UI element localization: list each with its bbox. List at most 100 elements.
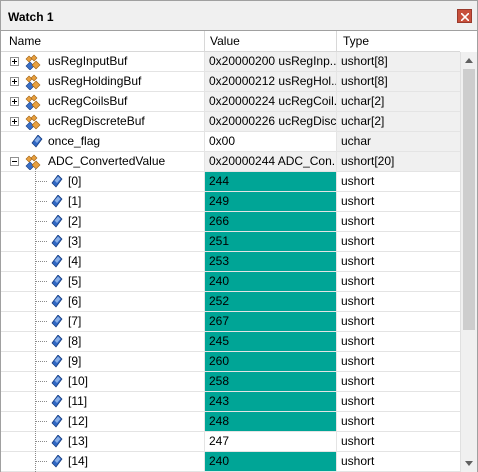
variable-diamond-icon <box>51 395 63 408</box>
column-header-type[interactable]: Type <box>337 31 460 52</box>
value-cell[interactable]: 0x00 <box>205 132 337 151</box>
value-cell[interactable]: 0x20000224 ucRegCoil... <box>205 92 337 111</box>
value-cell[interactable]: 266 <box>205 212 337 231</box>
array-element-row[interactable]: [0] 244 ushort <box>1 172 460 192</box>
watch-row[interactable]: ADC_ConvertedValue 0x20000244 ADC_Con... u… <box>1 152 460 172</box>
tree-connector <box>35 301 47 302</box>
value-cell[interactable]: 240 <box>205 452 337 471</box>
expand-toggle[interactable] <box>10 77 19 86</box>
watch-row[interactable]: usRegHoldingBuf 0x20000212 usRegHol... ush… <box>1 72 460 92</box>
value-cell[interactable]: 240 <box>205 272 337 291</box>
window-title: Watch 1 <box>8 10 54 24</box>
tree-connector <box>35 261 47 262</box>
watch-window: Watch 1 Name Value Type usRegInputBuf 0x2… <box>0 0 478 472</box>
value-cell[interactable]: 267 <box>205 312 337 331</box>
vertical-scrollbar[interactable] <box>460 52 477 472</box>
type-cell: ushort <box>341 254 375 268</box>
variable-diamond-icon <box>51 455 63 468</box>
type-cell: ushort <box>341 454 375 468</box>
array-element-row[interactable]: [6] 252 ushort <box>1 292 460 312</box>
variable-diamond-icon <box>51 415 63 428</box>
type-cell: ushort[20] <box>337 152 460 171</box>
array-index: [9] <box>68 354 82 368</box>
scroll-up-button[interactable] <box>461 52 477 69</box>
type-cell: ushort <box>341 234 375 248</box>
type-cell: ushort <box>341 274 375 288</box>
variable-diamond-icon <box>51 235 63 248</box>
value-cell[interactable]: 243 <box>205 392 337 411</box>
type-cell: ushort <box>341 194 375 208</box>
name-cell: ucRegDiscreteBuf <box>1 112 205 131</box>
variable-diamond-icon <box>51 255 63 268</box>
type-cell: uchar[2] <box>337 112 460 131</box>
array-index: [14] <box>68 454 89 468</box>
expand-toggle[interactable] <box>10 97 19 106</box>
variable-diamond-icon <box>51 435 63 448</box>
title-bar: Watch 1 <box>1 1 477 31</box>
variable-diamond-icon <box>51 275 63 288</box>
array-element-row[interactable]: [11] 243 ushort <box>1 392 460 412</box>
tree-connector <box>35 341 47 342</box>
scroll-down-arrow-icon <box>465 461 473 466</box>
column-header-name[interactable]: Name <box>1 31 205 52</box>
watch-row[interactable]: usRegInputBuf 0x20000200 usRegInp... ushor… <box>1 52 460 72</box>
expand-toggle[interactable] <box>10 117 19 126</box>
type-cell: ushort[8] <box>337 72 460 91</box>
type-cell: ushort <box>341 314 375 328</box>
array-index: [1] <box>68 194 82 208</box>
array-element-row[interactable]: [2] 266 ushort <box>1 212 460 232</box>
value-cell[interactable]: 251 <box>205 232 337 251</box>
value-cell[interactable]: 0x20000226 ucRegDisc... <box>205 112 337 131</box>
close-button[interactable] <box>457 9 472 23</box>
value-cell[interactable]: 0x20000244 ADC_Con... <box>205 152 337 171</box>
array-element-row[interactable]: [5] 240 ushort <box>1 272 460 292</box>
array-element-row[interactable]: [9] 260 ushort <box>1 352 460 372</box>
scroll-down-button[interactable] <box>461 455 477 472</box>
name-cell: [4] <box>1 252 205 271</box>
value-cell[interactable]: 245 <box>205 332 337 351</box>
struct-variable-icon <box>25 114 41 130</box>
name-cell: [13] <box>1 432 205 451</box>
array-index: [10] <box>68 374 89 388</box>
value-cell[interactable]: 0x20000200 usRegInp... <box>205 52 337 71</box>
tree-connector <box>35 221 47 222</box>
watch-row[interactable]: ucRegCoilsBuf 0x20000224 ucRegCoil... ucha… <box>1 92 460 112</box>
array-element-row[interactable]: [13] 247 ushort <box>1 432 460 452</box>
array-element-row[interactable]: [14] 240 ushort <box>1 452 460 472</box>
value-cell[interactable]: 247 <box>205 432 337 451</box>
value-cell[interactable]: 253 <box>205 252 337 271</box>
tree-connector <box>35 441 47 442</box>
value-cell[interactable]: 258 <box>205 372 337 391</box>
type-cell: ushort <box>341 334 375 348</box>
value-cell[interactable]: 248 <box>205 412 337 431</box>
tree-connector <box>35 361 47 362</box>
variable-diamond-icon <box>51 295 63 308</box>
name-cell: [6] <box>1 292 205 311</box>
scrollbar-thumb[interactable] <box>463 69 475 330</box>
watch-row[interactable]: ucRegDiscreteBuf 0x20000226 ucRegDisc... u… <box>1 112 460 132</box>
array-index: [8] <box>68 334 82 348</box>
tree-connector <box>35 381 47 382</box>
watch-row[interactable]: once_flag 0x00 uchar <box>1 132 460 152</box>
array-element-row[interactable]: [10] 258 ushort <box>1 372 460 392</box>
array-element-row[interactable]: [1] 249 ushort <box>1 192 460 212</box>
array-element-row[interactable]: [8] 245 ushort <box>1 332 460 352</box>
array-index: [0] <box>68 174 82 188</box>
array-element-row[interactable]: [3] 251 ushort <box>1 232 460 252</box>
column-header-value[interactable]: Value <box>205 31 337 52</box>
type-cell: ushort <box>341 354 375 368</box>
value-cell[interactable]: 0x20000212 usRegHol... <box>205 72 337 91</box>
variable-diamond-icon <box>51 195 63 208</box>
tree-connector <box>35 281 47 282</box>
array-element-row[interactable]: [7] 267 ushort <box>1 312 460 332</box>
tree-connector <box>35 201 47 202</box>
expand-toggle[interactable] <box>10 57 19 66</box>
collapse-toggle[interactable] <box>10 157 19 166</box>
value-cell[interactable]: 244 <box>205 172 337 191</box>
value-cell[interactable]: 252 <box>205 292 337 311</box>
value-cell[interactable]: 249 <box>205 192 337 211</box>
array-element-row[interactable]: [4] 253 ushort <box>1 252 460 272</box>
array-element-row[interactable]: [12] 248 ushort <box>1 412 460 432</box>
value-cell[interactable]: 260 <box>205 352 337 371</box>
array-index: [2] <box>68 214 82 228</box>
